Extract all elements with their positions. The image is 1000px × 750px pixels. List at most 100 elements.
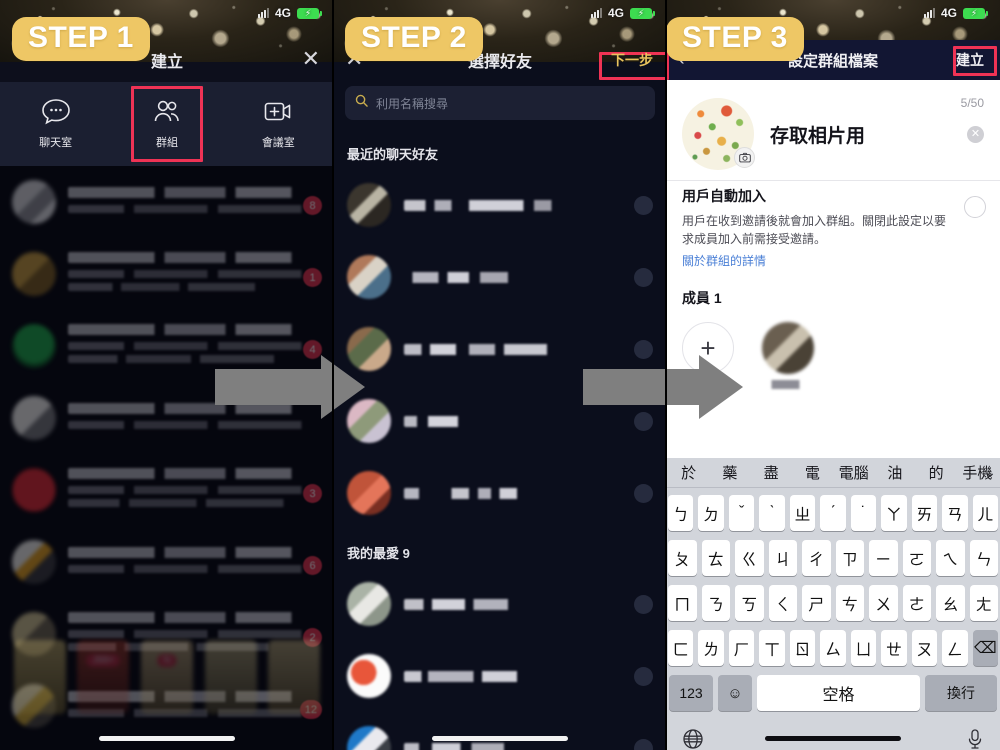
chat-preview bbox=[68, 546, 322, 578]
key[interactable]: ㄖ bbox=[789, 630, 816, 666]
suggestion-item[interactable]: 油 bbox=[874, 462, 915, 483]
key[interactable]: ㄒ bbox=[759, 630, 785, 666]
key[interactable]: ㄛ bbox=[902, 540, 931, 576]
camera-icon[interactable] bbox=[734, 147, 755, 168]
group-avatar[interactable] bbox=[682, 98, 755, 170]
backspace-key[interactable]: ⌫ bbox=[972, 630, 998, 666]
emoji-key[interactable]: ☺ bbox=[718, 675, 752, 711]
sticker-item[interactable]: N bbox=[140, 640, 193, 714]
key[interactable]: ㄢ bbox=[942, 495, 968, 531]
suggestion-item[interactable]: 電腦 bbox=[833, 462, 874, 483]
key[interactable]: ㄦ bbox=[972, 495, 998, 531]
space-key[interactable]: 空格 bbox=[757, 675, 920, 711]
list-item[interactable] bbox=[333, 568, 667, 640]
select-toggle[interactable] bbox=[634, 483, 653, 503]
auto-join-toggle[interactable] bbox=[964, 196, 986, 218]
group-name-input[interactable]: 存取相片用 bbox=[770, 121, 984, 148]
key[interactable]: ㄋ bbox=[701, 585, 730, 621]
key[interactable]: ㄔ bbox=[802, 540, 831, 576]
key[interactable]: ㄚ bbox=[881, 495, 907, 531]
globe-icon[interactable] bbox=[682, 728, 704, 750]
select-toggle[interactable] bbox=[634, 267, 653, 287]
sticker-item[interactable] bbox=[268, 640, 321, 714]
chat-preview bbox=[68, 186, 322, 218]
member-item[interactable] bbox=[762, 322, 814, 389]
numeric-key[interactable]: 123 bbox=[669, 675, 713, 711]
key[interactable]: ㄍ bbox=[735, 540, 764, 576]
key[interactable]: ㄧ bbox=[869, 540, 898, 576]
key[interactable]: ㄥ bbox=[942, 630, 968, 666]
suggestion-item[interactable]: 電 bbox=[792, 462, 833, 483]
key-row-bottom: 123 ☺ 空格 換行 bbox=[666, 675, 1000, 711]
list-item[interactable] bbox=[333, 457, 667, 529]
sticker-item[interactable]: J99+ bbox=[77, 640, 130, 714]
key[interactable]: ˇ bbox=[728, 495, 755, 531]
group-name-row: 存取相片用 bbox=[666, 88, 1000, 180]
list-item[interactable]: 3 bbox=[0, 454, 334, 526]
search-input[interactable]: 利用名稱搜尋 bbox=[345, 86, 655, 120]
key[interactable]: ㄇ bbox=[668, 585, 697, 621]
key[interactable]: ㄏ bbox=[728, 630, 755, 666]
key[interactable]: ˋ bbox=[759, 495, 785, 531]
suggestion-item[interactable]: 盡 bbox=[751, 462, 792, 483]
list-item[interactable] bbox=[333, 712, 667, 750]
list-item[interactable] bbox=[333, 169, 667, 241]
sticker-item[interactable] bbox=[13, 640, 66, 714]
next-button[interactable]: 下一步 bbox=[611, 50, 653, 70]
name-char-counter: 5/50 bbox=[960, 96, 984, 110]
key[interactable]: ㄓ bbox=[789, 495, 816, 531]
avatar bbox=[12, 252, 56, 296]
list-item[interactable]: 8 bbox=[0, 166, 334, 238]
sticker-item[interactable] bbox=[204, 640, 257, 714]
key[interactable]: ㄡ bbox=[911, 630, 938, 666]
avatar bbox=[12, 468, 56, 512]
list-item[interactable] bbox=[333, 640, 667, 712]
key[interactable]: ㄉ bbox=[698, 495, 724, 531]
list-item[interactable]: 6 bbox=[0, 526, 334, 598]
key[interactable]: ㄈ bbox=[668, 630, 694, 666]
sticker-badge: J99+ bbox=[86, 654, 121, 667]
key[interactable]: ㄣ bbox=[969, 540, 998, 576]
select-toggle[interactable] bbox=[634, 594, 653, 614]
key[interactable]: ㄘ bbox=[835, 585, 864, 621]
key[interactable]: ㄗ bbox=[835, 540, 864, 576]
key[interactable]: ㄜ bbox=[902, 585, 931, 621]
key[interactable]: ㄩ bbox=[850, 630, 877, 666]
key[interactable]: ㄞ bbox=[911, 495, 938, 531]
create-option-label: 聊天室 bbox=[39, 137, 73, 149]
create-option-meeting[interactable]: 會議室 bbox=[223, 98, 334, 150]
return-key[interactable]: 換行 bbox=[925, 675, 997, 711]
clear-icon[interactable]: ✕ bbox=[967, 126, 984, 143]
mic-icon[interactable] bbox=[966, 728, 984, 750]
select-toggle[interactable] bbox=[634, 666, 653, 686]
key[interactable]: ˊ bbox=[820, 495, 846, 531]
key[interactable]: ㄟ bbox=[936, 540, 965, 576]
close-icon[interactable]: ✕ bbox=[302, 48, 320, 70]
key[interactable]: ㄨ bbox=[869, 585, 898, 621]
key[interactable]: ㄙ bbox=[820, 630, 846, 666]
key[interactable]: ㄆ bbox=[668, 540, 697, 576]
key[interactable]: ˙ bbox=[850, 495, 877, 531]
group-details-link[interactable]: 關於群組的詳情 bbox=[682, 252, 984, 269]
key[interactable]: ㄅ bbox=[668, 495, 694, 531]
select-toggle[interactable] bbox=[634, 738, 653, 750]
chevron-down-icon[interactable]: ⌄ bbox=[984, 464, 996, 481]
key[interactable]: ㄐ bbox=[768, 540, 797, 576]
key[interactable]: ㄕ bbox=[802, 585, 831, 621]
suggestion-item[interactable]: 於 bbox=[668, 462, 709, 483]
key[interactable]: ㄤ bbox=[969, 585, 998, 621]
key[interactable]: ㄊ bbox=[701, 540, 730, 576]
list-item[interactable]: 1 bbox=[0, 238, 334, 310]
key[interactable]: ㄎ bbox=[735, 585, 764, 621]
key[interactable]: ㄑ bbox=[768, 585, 797, 621]
sticker-badge: N bbox=[157, 654, 177, 667]
suggestion-item[interactable]: 的 bbox=[916, 462, 957, 483]
create-button[interactable]: 建立 bbox=[956, 50, 984, 70]
list-item[interactable] bbox=[333, 241, 667, 313]
suggestion-item[interactable]: 藥 bbox=[709, 462, 750, 483]
create-option-chatroom[interactable]: 聊天室 bbox=[0, 98, 111, 150]
key[interactable]: ㄠ bbox=[936, 585, 965, 621]
select-toggle[interactable] bbox=[634, 195, 653, 215]
key[interactable]: ㄝ bbox=[881, 630, 907, 666]
key[interactable]: ㄌ bbox=[698, 630, 724, 666]
